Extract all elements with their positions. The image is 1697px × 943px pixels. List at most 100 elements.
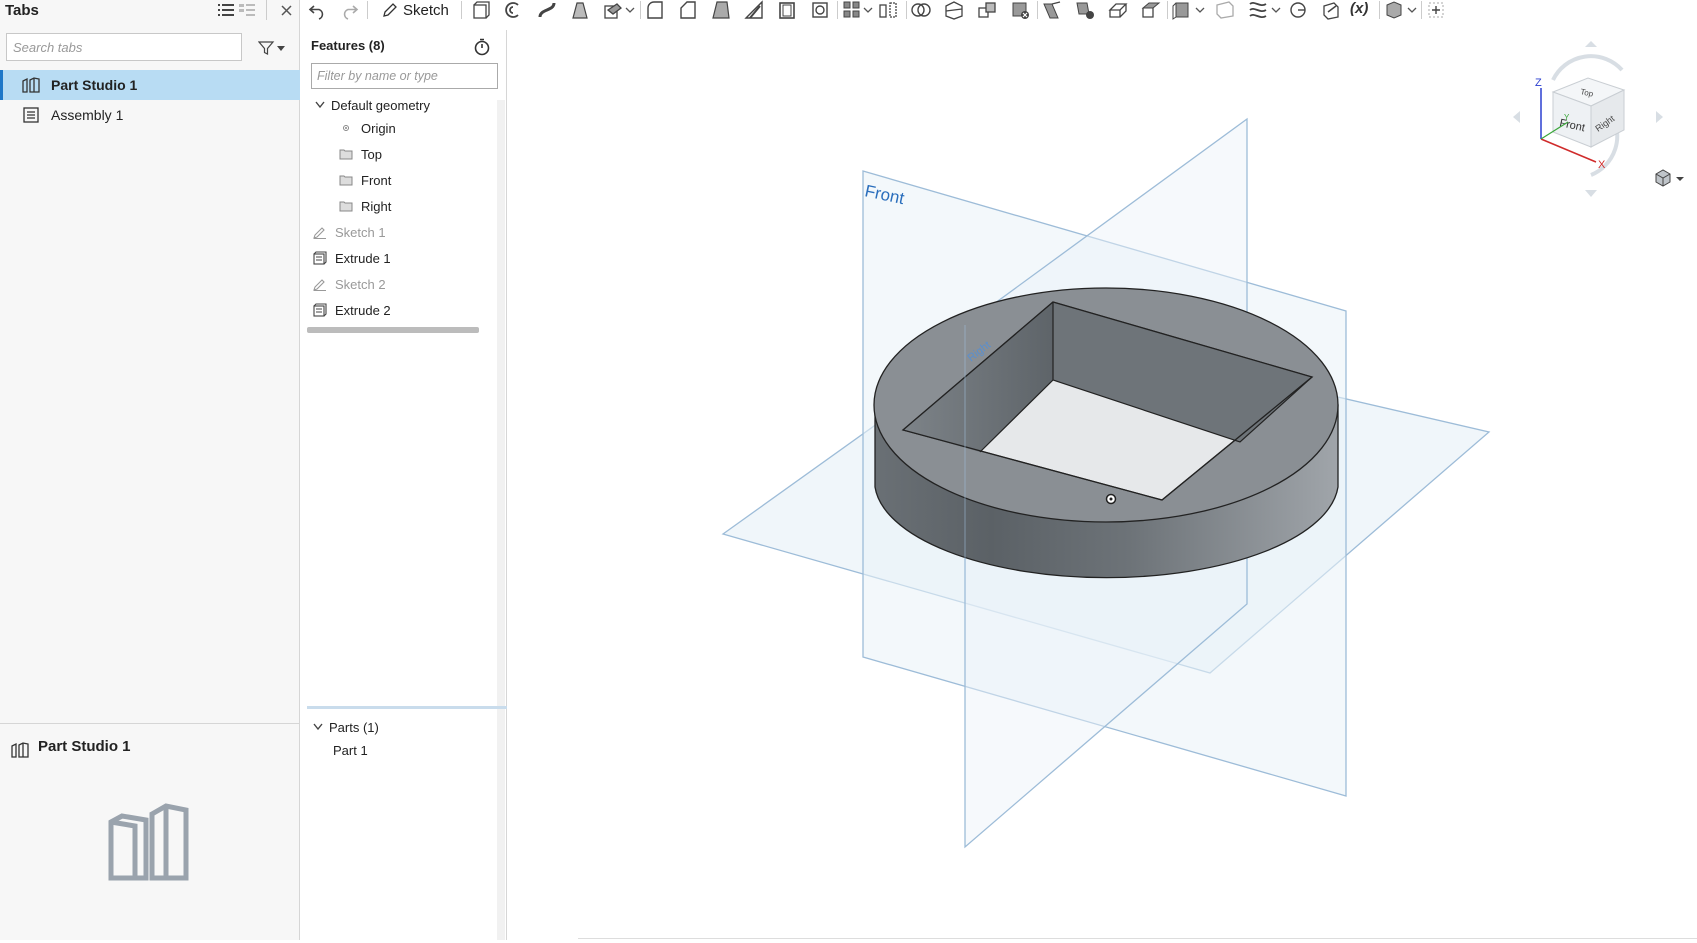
chevron-down-icon[interactable] — [313, 723, 323, 731]
hole-icon[interactable] — [810, 0, 830, 20]
custom-features-icon[interactable] — [1384, 0, 1404, 20]
preview-divider — [0, 723, 300, 724]
sketch-icon — [313, 227, 326, 239]
chevron-down-icon[interactable] — [315, 101, 325, 109]
preview-title: Part Studio 1 — [38, 738, 131, 755]
axis-z-label: Z — [1535, 77, 1542, 89]
modify-fillet-icon[interactable] — [1042, 0, 1062, 20]
feature-list-panel: Features (8) Filter by name or type Defa… — [301, 30, 507, 940]
feature-label: Sketch 1 — [335, 224, 386, 240]
tab-label: Part Studio 1 — [51, 77, 138, 93]
rib-icon[interactable] — [744, 0, 764, 20]
model-canvas[interactable]: Front Right Top Front Right Z X Y — [508, 22, 1697, 940]
undo-icon[interactable] — [308, 0, 328, 20]
redo-icon[interactable] — [339, 0, 359, 20]
assembly-icon — [23, 107, 39, 123]
sketch-button[interactable]: Sketch — [382, 0, 449, 20]
features-header: Features (8) — [311, 38, 385, 53]
feature-extrude-1[interactable]: Extrude 1 — [313, 246, 513, 270]
toolbar-separator — [1379, 1, 1380, 19]
pattern-icon[interactable] — [842, 0, 862, 20]
parts-header: Parts (1) — [329, 719, 379, 735]
chevron-down-icon[interactable] — [625, 7, 635, 14]
close-icon[interactable] — [277, 0, 295, 20]
feature-label: Right — [361, 198, 392, 214]
helix-icon[interactable] — [1288, 0, 1308, 20]
transform-icon[interactable] — [977, 0, 997, 20]
tabs-panel: Tabs Search tabs Part Studio 1 Assembly … — [0, 0, 300, 940]
section-icon[interactable] — [1248, 0, 1268, 20]
toolbar-separator — [367, 1, 368, 19]
toolbar-separator — [461, 1, 462, 19]
sweep-icon[interactable] — [537, 0, 557, 20]
delete-face-icon[interactable] — [1075, 0, 1095, 20]
chevron-down-icon[interactable] — [863, 7, 873, 14]
measure-icon[interactable] — [1321, 0, 1341, 20]
extrude-icon — [313, 303, 327, 317]
view-options-button[interactable] — [1655, 169, 1684, 187]
sketch-icon — [313, 279, 326, 291]
toolbar-separator — [1421, 1, 1422, 19]
thumbnail-view-icon[interactable] — [238, 0, 256, 20]
horizontal-scrollbar[interactable] — [307, 327, 479, 333]
fillet-icon[interactable] — [645, 0, 665, 20]
shell-icon[interactable] — [777, 0, 797, 20]
mate-connector-icon[interactable] — [1215, 0, 1235, 20]
origin-icon — [343, 125, 349, 131]
extrude-icon[interactable] — [470, 0, 490, 20]
add-custom-feature-icon[interactable] — [1426, 0, 1446, 20]
feature-label: Extrude 2 — [335, 302, 391, 318]
chevron-down-icon[interactable] — [1407, 7, 1417, 14]
toolbar: Sketch (x) — [300, 0, 1697, 22]
feature-label: Top — [361, 146, 382, 162]
feature-sketch-2[interactable]: Sketch 2 — [313, 272, 513, 296]
parts-divider[interactable] — [307, 706, 507, 709]
revolve-icon[interactable] — [503, 0, 523, 20]
part-studio-icon — [11, 742, 29, 758]
chevron-down-icon[interactable] — [1271, 7, 1281, 14]
search-tabs-input[interactable]: Search tabs — [6, 33, 242, 61]
tab-assembly-1[interactable]: Assembly 1 — [0, 100, 300, 130]
chamfer-icon[interactable] — [678, 0, 698, 20]
part-studio-thumbnail-icon — [108, 803, 189, 881]
default-geometry-group[interactable]: Default geometry — [315, 93, 515, 117]
boolean-icon[interactable] — [911, 0, 931, 20]
chevron-down-icon[interactable] — [1195, 7, 1205, 14]
filter-icon[interactable] — [257, 38, 287, 58]
variable-button[interactable]: (x) — [1350, 0, 1368, 17]
feature-filter-input[interactable]: Filter by name or type — [311, 63, 498, 89]
tab-part-studio-1[interactable]: Part Studio 1 — [0, 70, 300, 100]
toolbar-separator — [1037, 1, 1038, 19]
replace-face-icon[interactable] — [1141, 0, 1161, 20]
thicken-icon[interactable] — [603, 0, 623, 20]
bottom-border — [578, 938, 1697, 939]
plane-icon[interactable] — [1172, 0, 1192, 20]
pencil-icon — [383, 3, 397, 17]
move-face-icon[interactable] — [1108, 0, 1128, 20]
split-icon[interactable] — [944, 0, 964, 20]
default-geometry-label: Default geometry — [331, 97, 430, 113]
graphics-viewport[interactable]: Front Right Top Front Right Z X Y — [508, 22, 1697, 940]
part-1-item[interactable]: Part 1 — [333, 738, 533, 762]
part-label: Part 1 — [333, 742, 368, 758]
feature-sketch-1[interactable]: Sketch 1 — [313, 220, 513, 244]
draft-icon[interactable] — [711, 0, 731, 20]
list-view-icon[interactable] — [217, 0, 235, 20]
view-cube[interactable]: Top Front Right Z X Y — [1513, 41, 1663, 197]
toolbar-separator — [837, 1, 838, 19]
axis-y-label: Y — [1564, 113, 1570, 122]
toolbar-separator — [1167, 1, 1168, 19]
feature-extrude-2[interactable]: Extrude 2 — [313, 298, 513, 322]
tab-label: Assembly 1 — [51, 107, 124, 123]
feature-label: Front — [361, 172, 392, 188]
parts-group[interactable]: Parts (1) — [313, 715, 513, 739]
loft-icon[interactable] — [570, 0, 590, 20]
rollback-timer-icon[interactable] — [473, 38, 491, 56]
mirror-icon[interactable] — [878, 0, 898, 20]
header-divider — [266, 0, 267, 20]
vertical-scrollbar[interactable] — [497, 100, 505, 940]
toolbar-separator — [906, 1, 907, 19]
plane-icon — [339, 175, 353, 186]
delete-part-icon[interactable] — [1010, 0, 1030, 20]
sketch-label: Sketch — [403, 1, 449, 19]
